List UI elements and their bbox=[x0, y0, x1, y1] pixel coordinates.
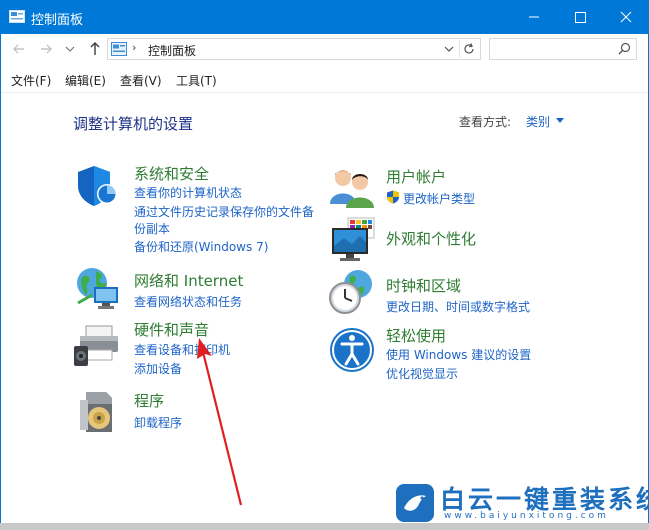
link-file-history[interactable]: 通过文件历史记录保存你的文件备 bbox=[134, 203, 314, 220]
watermark: 白云一键重装系统 www.baiyunxitong.com bbox=[390, 478, 649, 526]
category-network-internet[interactable]: 网络和 Internet bbox=[134, 270, 243, 291]
uac-shield-icon bbox=[387, 190, 399, 204]
category-user-accounts[interactable]: 用户帐户 bbox=[386, 166, 446, 187]
link-windows-recommended-settings[interactable]: 使用 Windows 建议的设置 bbox=[386, 346, 531, 363]
control-panel-icon bbox=[9, 10, 25, 23]
close-button[interactable] bbox=[603, 0, 649, 34]
caret-down-icon[interactable] bbox=[556, 118, 564, 123]
close-icon bbox=[620, 11, 632, 23]
search-icon[interactable] bbox=[616, 41, 632, 57]
clock-globe-icon[interactable] bbox=[328, 268, 376, 316]
category-programs[interactable]: 程序 bbox=[134, 390, 164, 411]
appearance-monitor-icon[interactable] bbox=[328, 216, 376, 264]
category-ease-of-access[interactable]: 轻松使用 bbox=[386, 325, 446, 346]
view-by-dropdown[interactable]: 类别 bbox=[526, 113, 550, 130]
shield-icon[interactable] bbox=[74, 162, 122, 210]
back-arrow-icon[interactable] bbox=[8, 38, 30, 60]
menu-view[interactable]: 查看(V) bbox=[120, 72, 162, 89]
link-file-history-cont[interactable]: 份副本 bbox=[134, 220, 170, 237]
category-hardware-sound[interactable]: 硬件和声音 bbox=[134, 319, 209, 340]
up-arrow-icon[interactable] bbox=[84, 38, 106, 60]
recent-locations-icon[interactable] bbox=[63, 38, 77, 60]
divider bbox=[0, 92, 649, 93]
window-border bbox=[0, 34, 1, 530]
printer-speaker-icon[interactable] bbox=[74, 320, 122, 368]
window-title: 控制面板 bbox=[31, 13, 84, 28]
category-clock-region[interactable]: 时钟和区域 bbox=[386, 275, 461, 296]
menu-bar: 文件(F) 编辑(E) 查看(V) 工具(T) bbox=[0, 68, 649, 90]
link-uninstall-program[interactable]: 卸载程序 bbox=[134, 414, 182, 431]
programs-disc-icon[interactable] bbox=[76, 388, 124, 436]
address-box[interactable]: › 控制面板 bbox=[107, 38, 481, 60]
link-devices-printers[interactable]: 查看设备和打印机 bbox=[134, 341, 230, 358]
breadcrumb-separator: › bbox=[132, 41, 137, 54]
link-optimize-visual-display[interactable]: 优化视觉显示 bbox=[386, 365, 458, 382]
menu-tools[interactable]: 工具(T) bbox=[176, 72, 217, 89]
minimize-icon bbox=[529, 16, 539, 18]
minimize-button[interactable] bbox=[511, 0, 557, 34]
ease-of-access-icon[interactable] bbox=[328, 326, 376, 374]
forward-arrow-icon[interactable] bbox=[35, 38, 57, 60]
link-change-account-type[interactable]: 更改帐户类型 bbox=[403, 190, 475, 207]
page-title: 调整计算机的设置 bbox=[73, 115, 194, 133]
bird-logo-icon bbox=[396, 484, 434, 522]
watermark-url: www.baiyunxitong.com bbox=[444, 511, 609, 521]
search-input[interactable] bbox=[489, 38, 637, 60]
breadcrumb-control-panel[interactable]: 控制面板 bbox=[148, 42, 196, 59]
title-bar[interactable]: 控制面板 bbox=[0, 0, 649, 34]
network-globe-icon[interactable] bbox=[74, 265, 122, 313]
link-view-computer-status[interactable]: 查看你的计算机状态 bbox=[134, 184, 242, 201]
link-backup-restore[interactable]: 备份和还原(Windows 7) bbox=[134, 238, 268, 255]
menu-edit[interactable]: 编辑(E) bbox=[65, 72, 106, 89]
view-by-label: 查看方式: bbox=[459, 115, 512, 129]
user-accounts-icon[interactable] bbox=[328, 164, 376, 212]
chevron-down-icon[interactable] bbox=[440, 40, 458, 58]
link-change-date-time-format[interactable]: 更改日期、时间或数字格式 bbox=[386, 298, 530, 315]
link-add-device[interactable]: 添加设备 bbox=[134, 360, 182, 377]
control-panel-icon bbox=[111, 42, 127, 56]
maximize-icon bbox=[575, 12, 586, 23]
refresh-icon[interactable] bbox=[459, 40, 478, 58]
link-network-status[interactable]: 查看网络状态和任务 bbox=[134, 293, 242, 310]
category-system-security[interactable]: 系统和安全 bbox=[134, 163, 209, 184]
maximize-button[interactable] bbox=[557, 0, 603, 34]
menu-file[interactable]: 文件(F) bbox=[11, 72, 51, 89]
category-appearance[interactable]: 外观和个性化 bbox=[386, 228, 476, 249]
